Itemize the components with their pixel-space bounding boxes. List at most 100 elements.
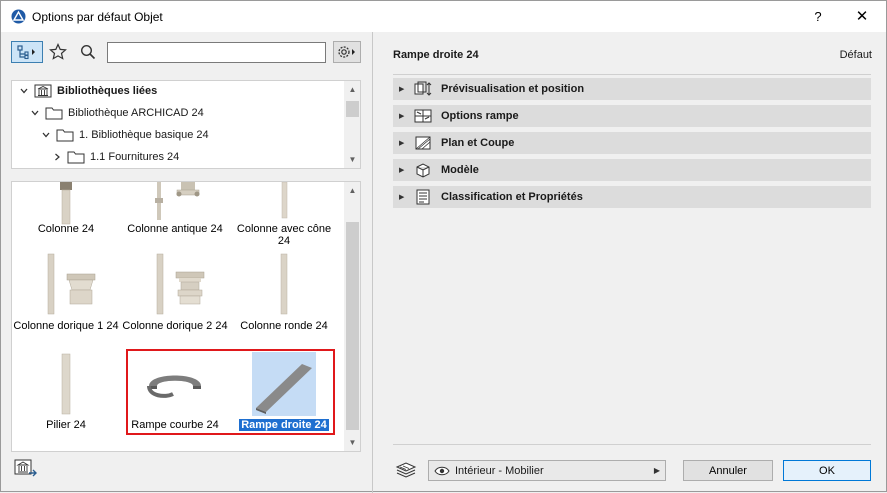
object-label: Colonne 24 [37,223,95,235]
plan-section-icon [413,135,433,151]
section-label: Classification et Propriétés [441,191,583,203]
library-toolbar [11,41,361,65]
object-label: Colonne ronde 24 [240,320,328,332]
object-thumbnail [252,352,316,416]
chevron-right-icon[interactable] [51,151,63,163]
settings-panel: Rampe droite 24 Défaut ▶ Prévisualisatio… [373,32,886,493]
object-label: Pilier 24 [46,419,86,431]
layer-dropdown[interactable]: Intérieur - Mobilier ▶ [428,460,666,481]
preview-position-icon [413,81,433,97]
layer-icon [395,462,417,478]
scroll-up-arrow-icon[interactable]: ▲ [344,182,360,199]
model-cube-icon [413,162,433,178]
section-label: Modèle [441,164,479,176]
search-icon [80,44,96,60]
library-tree: Bibliothèques liées Bibliothèque ARCHICA… [11,80,361,169]
favorites-button[interactable] [47,41,69,63]
folder-icon [67,150,85,164]
window-title: Options par défaut Objet [32,10,163,24]
dialog-window: Options par défaut Objet ? ✕ Bibliothèqu… [0,0,887,493]
scroll-up-arrow-icon[interactable]: ▲ [344,81,360,98]
object-thumbnail [143,352,207,416]
library-browser-toggle-button[interactable] [11,41,43,63]
chevron-down-icon[interactable] [40,129,52,141]
tree-scrollbar[interactable]: ▲ ▼ [344,81,360,168]
library-manager-icon [14,459,37,477]
object-thumbnail [34,182,98,226]
tree-item-basic-library[interactable]: 1. Bibliothèque basique 24 [40,125,209,145]
object-label: Colonne dorique 1 24 [13,320,119,332]
close-button[interactable]: ✕ [849,6,875,28]
library-tree-icon [17,45,35,60]
title-bar: Options par défaut Objet ? ✕ [1,1,886,32]
object-thumbnail [143,182,207,226]
expand-triangle-icon[interactable]: ▶ [399,193,413,201]
library-settings-button[interactable] [333,41,361,63]
object-label: Rampe droite 24 [239,419,329,431]
object-label: Colonne dorique 2 24 [122,320,228,332]
ramp-options-icon [413,108,433,124]
divider [393,444,871,445]
expand-triangle-icon[interactable]: ▶ [399,112,413,120]
grid-item-colonne-dorique-1[interactable]: Colonne dorique 1 24 [12,252,120,348]
section-plan-section[interactable]: ▶ Plan et Coupe [393,132,871,154]
grid-scrollbar[interactable]: ▲ ▼ [344,182,360,451]
scroll-down-arrow-icon[interactable]: ▼ [344,151,360,168]
chevron-down-icon[interactable] [29,107,41,119]
classification-icon [413,189,433,205]
grid-item-colonne-ronde[interactable]: Colonne ronde 24 [230,252,338,348]
archicad-logo-icon [11,9,26,24]
tree-item-label: Bibliothèques liées [57,85,158,97]
library-panel: Bibliothèques liées Bibliothèque ARCHICA… [1,32,372,493]
tree-item-furniture[interactable]: 1.1 Fournitures 24 [51,147,179,167]
grid-item-colonne-avec-cone[interactable]: Colonne avec cône 24 [230,182,338,248]
tree-item-label: 1. Bibliothèque basique 24 [79,129,209,141]
default-label: Défaut [839,49,872,61]
cancel-button[interactable]: Annuler [683,460,773,481]
section-label: Prévisualisation et position [441,83,585,95]
dropdown-arrow-icon: ▶ [653,466,660,475]
grid-item-colonne-antique[interactable]: Colonne antique 24 [121,182,229,248]
grid-item-pilier[interactable]: Pilier 24 [12,352,120,438]
expand-triangle-icon[interactable]: ▶ [399,85,413,93]
section-preview-position[interactable]: ▶ Prévisualisation et position [393,78,871,100]
gear-icon [338,46,355,58]
selected-object-title: Rampe droite 24 [393,49,479,61]
tree-item-label: 1.1 Fournitures 24 [90,151,180,163]
scroll-down-arrow-icon[interactable]: ▼ [344,434,360,451]
expand-triangle-icon[interactable]: ▶ [399,166,413,174]
object-thumbnail [34,252,98,316]
object-thumbnail [252,252,316,316]
expand-triangle-icon[interactable]: ▶ [399,139,413,147]
section-label: Options rampe [441,110,519,122]
divider [393,74,871,75]
search-button[interactable] [77,41,99,63]
section-model[interactable]: ▶ Modèle [393,159,871,181]
tree-scrollbar-thumb[interactable] [346,101,359,117]
grid-item-rampe-droite[interactable]: Rampe droite 24 [230,352,338,438]
grid-item-rampe-courbe[interactable]: Rampe courbe 24 [121,352,229,438]
eye-icon [434,465,450,477]
grid-item-colonne-dorique-2[interactable]: Colonne dorique 2 24 [121,252,229,348]
section-ramp-options[interactable]: ▶ Options rampe [393,105,871,127]
tree-item-linked-libraries[interactable]: Bibliothèques liées [18,81,157,101]
ok-button[interactable]: OK [783,460,871,481]
star-icon [49,43,67,60]
library-manager-button[interactable] [13,458,39,480]
section-label: Plan et Coupe [441,137,515,149]
help-button[interactable]: ? [807,7,829,27]
object-grid: Colonne 24 Colonne antique 24 Colonne av… [11,181,361,452]
folder-icon [56,128,74,142]
search-input[interactable] [107,42,326,63]
library-building-icon [34,84,52,98]
object-label: Colonne antique 24 [127,223,223,235]
object-thumbnail [34,352,98,416]
object-thumbnail [143,252,207,316]
grid-scrollbar-thumb[interactable] [346,222,359,430]
grid-item-colonne[interactable]: Colonne 24 [12,182,120,248]
section-classification[interactable]: ▶ Classification et Propriétés [393,186,871,208]
object-label: Colonne avec cône 24 [236,223,332,247]
folder-icon [45,106,63,120]
tree-item-archicad-library[interactable]: Bibliothèque ARCHICAD 24 [29,103,204,123]
chevron-down-icon[interactable] [18,85,30,97]
